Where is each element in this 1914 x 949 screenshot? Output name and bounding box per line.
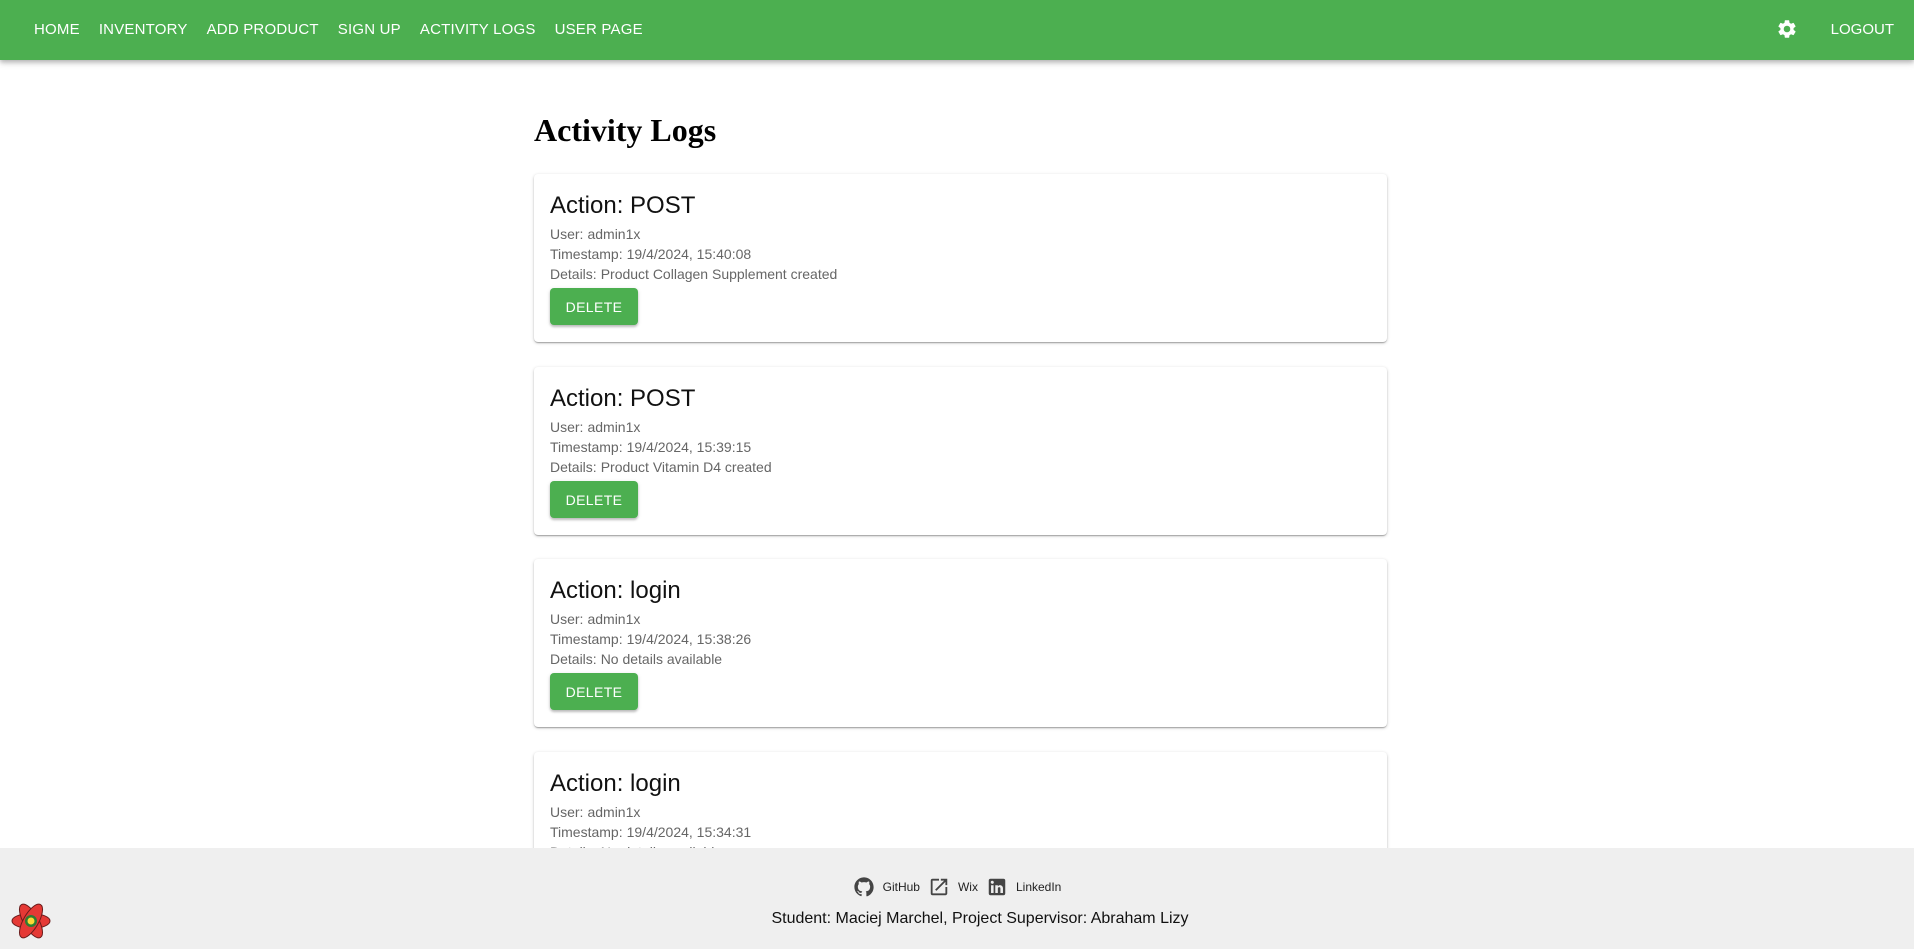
nav-sign-up-button[interactable]: SIGN UP xyxy=(330,15,409,44)
nav-home-button[interactable]: HOME xyxy=(26,15,88,44)
footer-links: GitHub Wix LinkedIn xyxy=(0,876,1914,898)
footer-credit: Student: Maciej Marchel, Project Supervi… xyxy=(771,910,1189,927)
log-card: Action: login User: admin1x Timestamp: 19/… xyxy=(534,559,1387,727)
log-user: User: admin1x xyxy=(550,419,641,435)
github-link[interactable]: GitHub xyxy=(853,876,920,898)
log-timestamp: Timestamp: 19/4/2024, 15:38:26 xyxy=(550,631,752,647)
nav-add-product-button[interactable]: ADD PRODUCT xyxy=(199,15,327,44)
log-action: Action: login xyxy=(550,577,681,604)
log-card: Action: POST User: admin1x Timestamp: 19/4… xyxy=(534,174,1387,342)
footer: GitHub Wix LinkedIn Student: Maciej Marc… xyxy=(0,848,1914,949)
nav-menu: HOME INVENTORY ADD PRODUCT SIGN UP ACTIV… xyxy=(26,0,654,58)
log-action: Action: POST xyxy=(550,192,696,219)
log-details: Details: Product Collagen Supplement crea… xyxy=(550,266,838,282)
delete-button[interactable]: DELETE xyxy=(550,481,638,518)
log-timestamp: Timestamp: 19/4/2024, 15:39:15 xyxy=(550,439,752,455)
nav-activity-logs-button[interactable]: ACTIVITY LOGS xyxy=(412,15,544,44)
log-details: Details: Product Vitamin D4 created xyxy=(550,459,772,475)
log-timestamp: Timestamp: 19/4/2024, 15:34:31 xyxy=(550,824,752,840)
react-logo-icon xyxy=(10,900,52,942)
delete-button[interactable]: DELETE xyxy=(550,673,638,710)
log-action: Action: login xyxy=(550,770,681,797)
linkedin-icon xyxy=(988,878,1006,896)
log-details: Details:No details available xyxy=(550,651,723,667)
github-icon xyxy=(854,877,874,897)
log-card: Action: POST User: admin1x Timestamp: 19/4… xyxy=(534,367,1387,535)
page-title: Activity Logs xyxy=(534,112,717,148)
delete-button[interactable]: DELETE xyxy=(550,288,638,325)
log-user: User: admin1x xyxy=(550,611,641,627)
external-link-icon xyxy=(930,878,948,896)
log-action: Action: POST xyxy=(550,385,696,412)
gear-icon[interactable] xyxy=(1773,15,1801,43)
logout-button[interactable]: LOGOUT xyxy=(1823,15,1902,44)
nav-inventory-button[interactable]: INVENTORY xyxy=(91,15,196,44)
wix-link[interactable]: Wix xyxy=(928,876,978,898)
nav-actions: LOGOUT xyxy=(1773,0,1902,58)
log-timestamp: Timestamp: 19/4/2024, 15:40:08 xyxy=(550,246,752,262)
log-user: User: admin1x xyxy=(550,804,641,820)
linkedin-link[interactable]: LinkedIn xyxy=(986,876,1061,898)
top-app-bar: HOME INVENTORY ADD PRODUCT SIGN UP ACTIV… xyxy=(0,0,1914,60)
nav-user-page-button[interactable]: USER PAGE xyxy=(547,15,651,44)
log-user: User: admin1x xyxy=(550,226,641,242)
